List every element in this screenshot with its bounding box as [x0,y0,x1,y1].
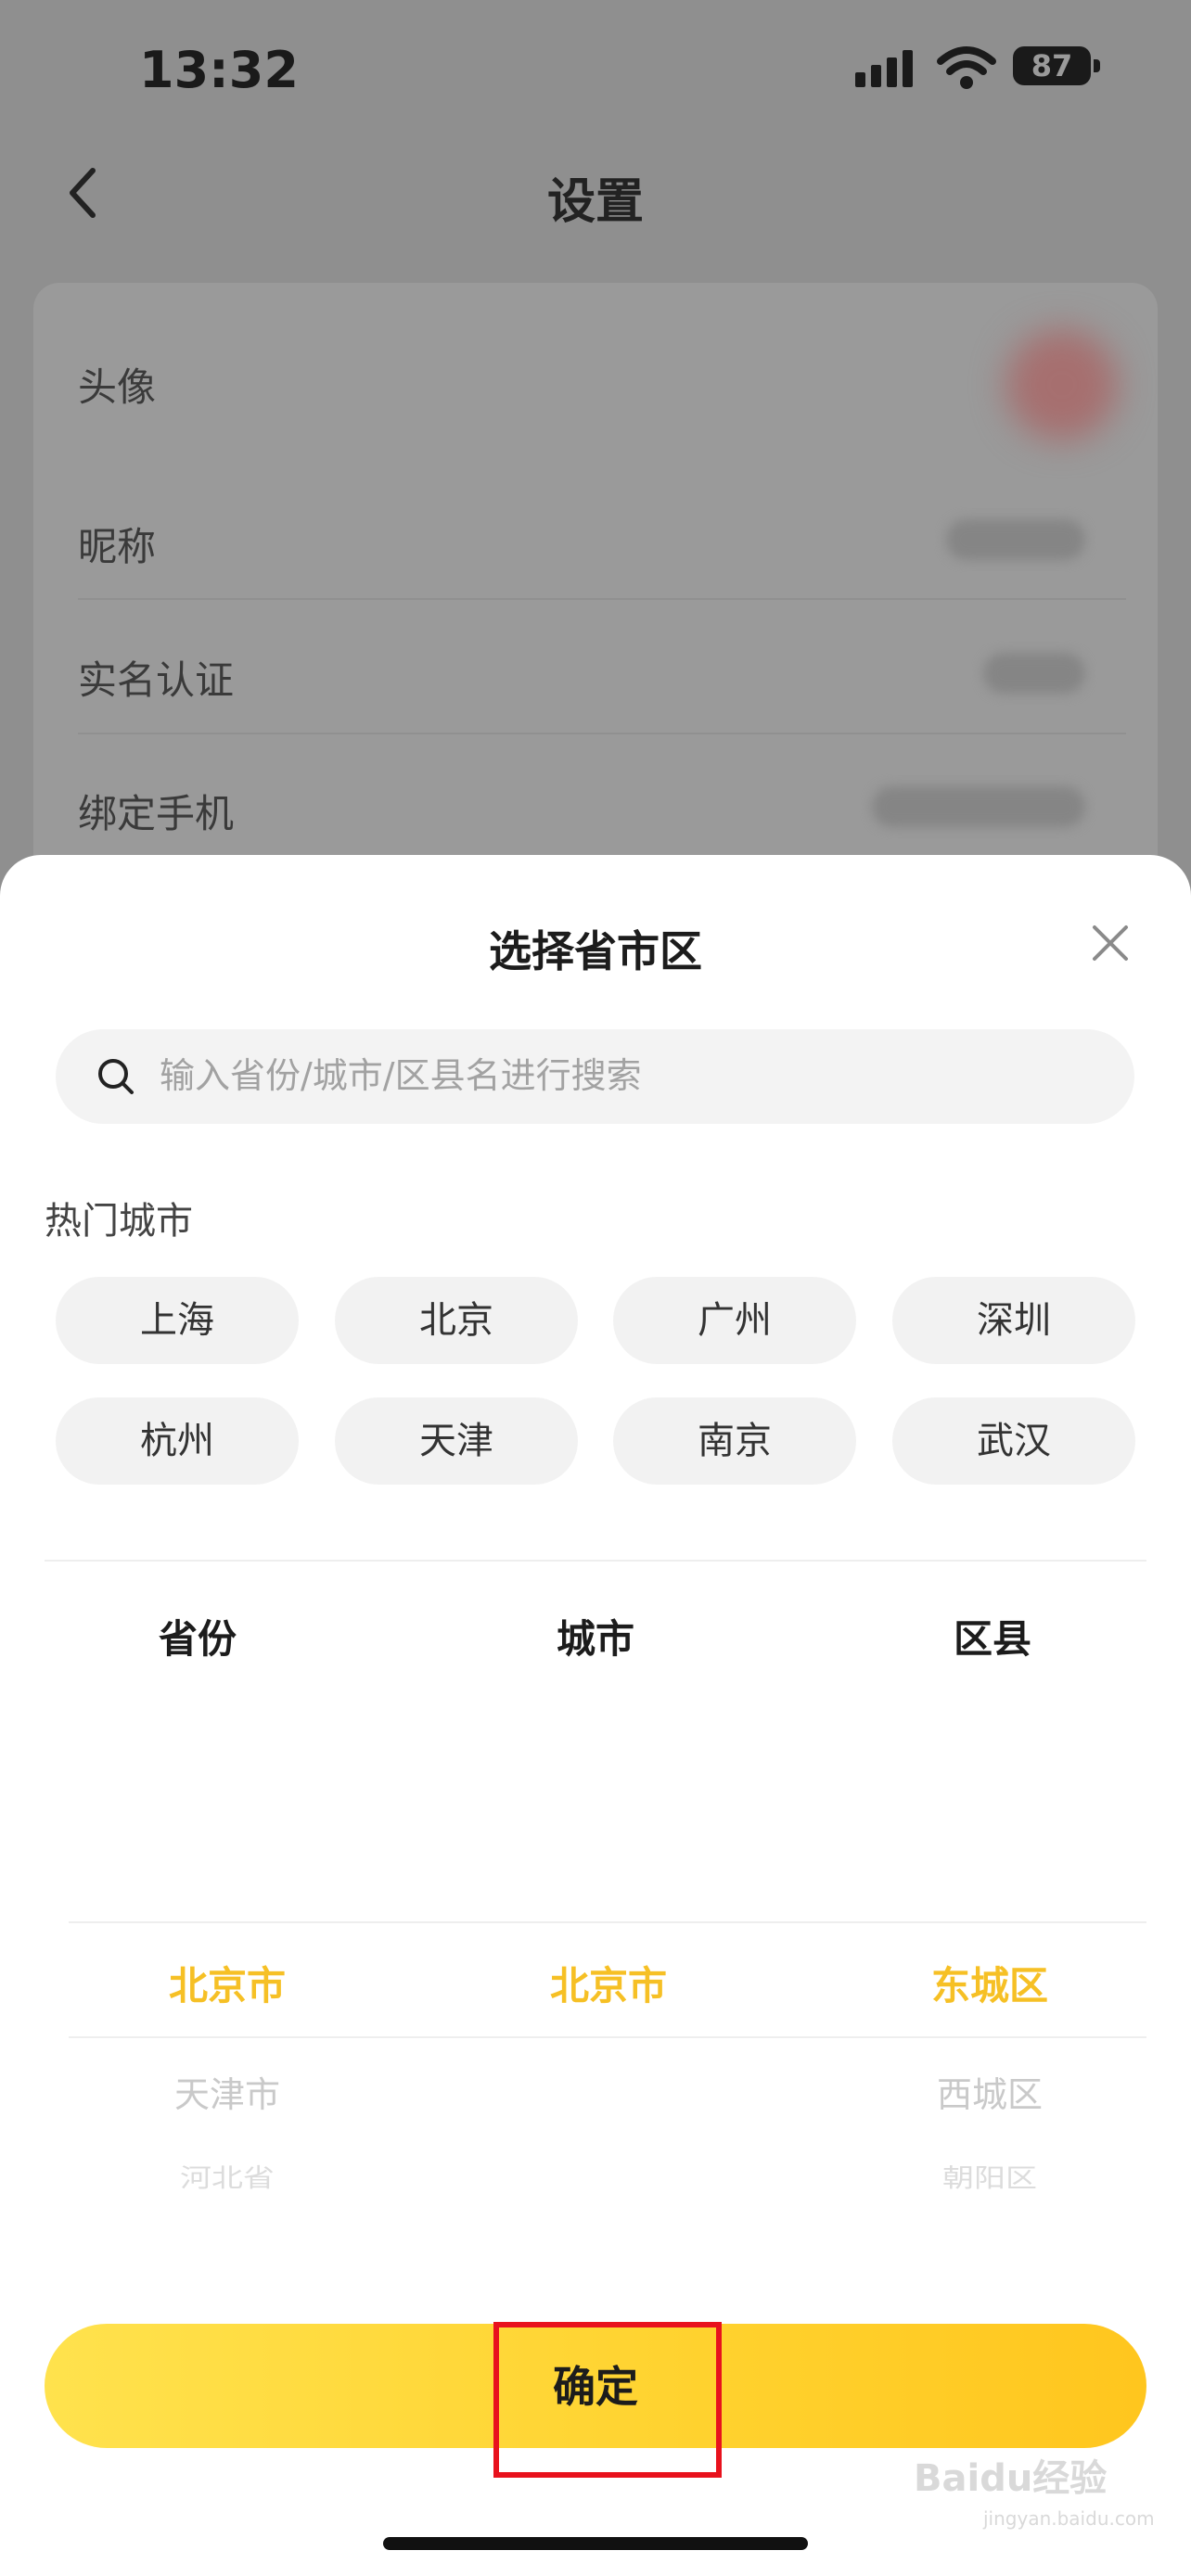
divider [78,598,1126,600]
settings-row-realname[interactable]: 实名认证 [78,649,234,706]
divider [45,1560,1146,1562]
hot-city-chip[interactable]: 北京 [335,1277,578,1364]
search-icon [98,1059,134,1094]
district-option-selected[interactable]: 东城区 [851,1955,1129,2011]
city-option-selected[interactable]: 北京市 [469,1955,748,2011]
nickname-value-blurred [946,519,1085,560]
signal-icon [855,50,918,87]
annotation-highlight-box [493,2322,722,2478]
close-icon[interactable] [1091,924,1130,963]
province-option-selected[interactable]: 北京市 [88,1955,366,2011]
battery-icon: 87 [1013,46,1091,85]
watermark-logo: Baidu经验 [914,2457,1108,2500]
province-option[interactable]: 河北省 [88,2158,366,2194]
sheet-title: 选择省市区 [489,926,702,976]
page-title: 设置 [546,174,644,230]
battery-tip [1094,59,1100,72]
district-option[interactable]: 西城区 [851,2066,1129,2117]
watermark-url: jingyan.baidu.com [983,2507,1155,2530]
hot-city-chip[interactable]: 武汉 [892,1397,1135,1485]
settings-row-phone[interactable]: 绑定手机 [78,783,234,839]
district-option[interactable]: 朝阳区 [851,2158,1129,2194]
hot-city-chip[interactable]: 深圳 [892,1277,1135,1364]
hot-city-chip[interactable]: 天津 [335,1397,578,1485]
search-input[interactable] [160,1048,1087,1103]
settings-row-avatar[interactable]: 头像 [78,356,156,413]
column-header-district: 区县 [953,1616,1031,1662]
home-indicator[interactable] [383,2537,808,2550]
wifi-icon [937,46,996,89]
column-header-province: 省份 [158,1616,237,1662]
phone-value-blurred [872,786,1085,827]
hot-city-chip[interactable]: 南京 [613,1397,856,1485]
avatar[interactable] [1006,329,1118,440]
hot-cities-title: 热门城市 [45,1200,193,1243]
picker-selection-bottom-line [69,2036,1146,2038]
hot-city-chip[interactable]: 广州 [613,1277,856,1364]
status-time: 13:32 [139,41,299,99]
realname-value-blurred [983,653,1085,694]
column-header-city: 城市 [556,1616,634,1662]
settings-row-nickname[interactable]: 昵称 [78,516,156,572]
divider [78,733,1126,734]
hot-city-chip[interactable]: 上海 [56,1277,299,1364]
picker-selection-top-line [69,1921,1146,1923]
hot-city-chip[interactable]: 杭州 [56,1397,299,1485]
province-option[interactable]: 天津市 [88,2066,366,2117]
